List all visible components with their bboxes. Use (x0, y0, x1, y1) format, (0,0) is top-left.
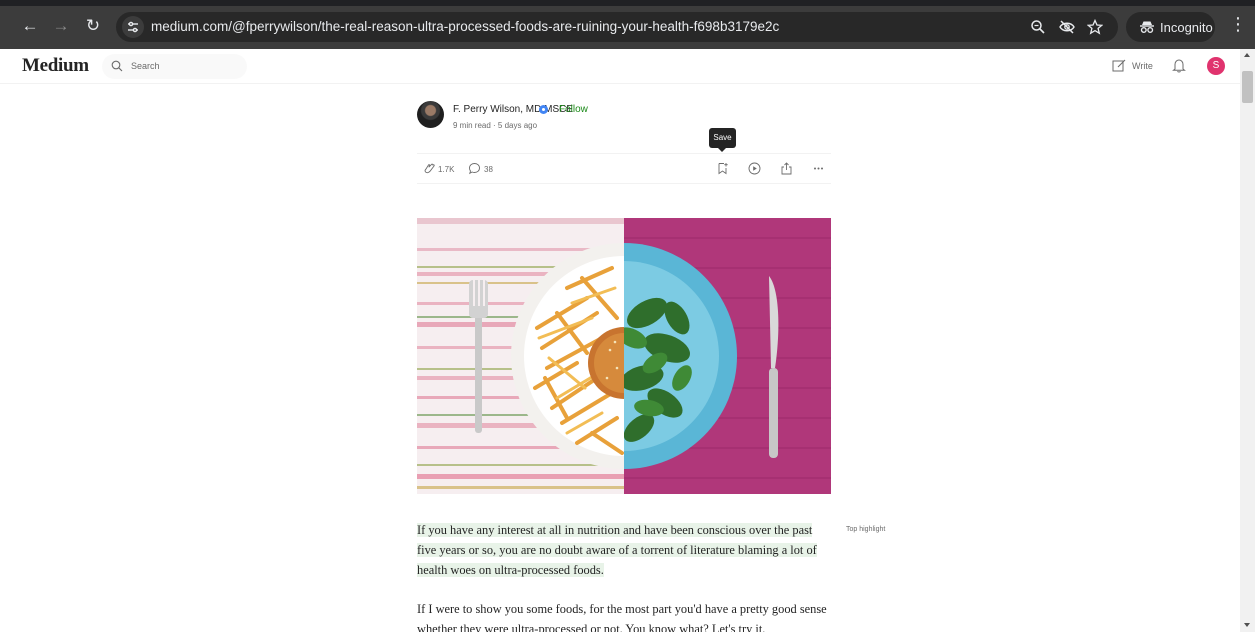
comment-bubble-icon (469, 163, 480, 175)
forward-arrow-icon[interactable]: → (49, 14, 73, 38)
incognito-icon (1140, 21, 1154, 33)
hero-image-fries-vs-spinach (417, 218, 831, 494)
search-icon (111, 60, 123, 72)
zoom-icon[interactable] (1030, 19, 1046, 35)
response-count: 38 (484, 165, 493, 174)
site-info-icon[interactable] (122, 16, 144, 38)
article-meta: 9 min read · 5 days ago (453, 121, 538, 130)
verified-badge-icon (539, 105, 548, 114)
action-bar-bottom-divider (417, 183, 831, 184)
follow-link[interactable]: Follow (559, 104, 588, 115)
author-avatar[interactable] (417, 101, 444, 128)
tracking-protection-eye-icon[interactable] (1059, 19, 1075, 35)
clap-icon (424, 163, 435, 174)
save-tooltip: Save (709, 128, 736, 152)
scroll-thumb[interactable] (1242, 71, 1253, 103)
site-header: Medium Search Write S (0, 49, 1240, 84)
notifications-bell-icon[interactable] (1172, 58, 1186, 73)
browser-toolbar: ← → ↻ medium.com/@fperrywilson/the-real-… (0, 0, 1255, 49)
separator-dot: · (552, 104, 556, 115)
user-avatar[interactable]: S (1207, 57, 1225, 75)
page-scrollbar[interactable] (1240, 49, 1255, 632)
save-bookmark-icon[interactable] (716, 162, 729, 175)
incognito-indicator[interactable]: Incognito (1126, 12, 1215, 42)
search-placeholder: Search (131, 61, 160, 71)
search-input[interactable]: Search (102, 54, 247, 79)
more-options-icon[interactable] (812, 162, 825, 175)
incognito-label: Incognito (1160, 20, 1213, 35)
highlighted-text[interactable]: If you have any interest at all in nutri… (417, 523, 817, 577)
listen-play-icon[interactable] (748, 162, 761, 175)
action-bar-top-divider (417, 153, 831, 154)
top-highlight-label: Top highlight (846, 526, 886, 533)
bookmark-star-icon[interactable] (1087, 19, 1103, 35)
url-text[interactable]: medium.com/@fperrywilson/the-real-reason… (151, 19, 779, 34)
medium-logo[interactable]: Medium (22, 55, 89, 77)
article-paragraph: If I were to show you some foods, for th… (417, 602, 827, 632)
reload-icon[interactable]: ↻ (81, 14, 105, 38)
article-paragraph-highlighted[interactable]: If you have any interest at all in nutri… (417, 520, 827, 580)
clap-count: 1.7K (438, 165, 455, 174)
tab-strip (0, 0, 1255, 6)
address-bar[interactable]: medium.com/@fperrywilson/the-real-reason… (116, 12, 1118, 42)
share-icon[interactable] (780, 162, 793, 175)
write-icon (1112, 59, 1126, 72)
write-label: Write (1132, 61, 1153, 71)
scroll-up-arrow-icon[interactable] (1244, 53, 1250, 57)
browser-menu-icon[interactable]: ⋮ (1229, 15, 1247, 33)
back-arrow-icon[interactable]: ← (18, 14, 42, 38)
scroll-down-arrow-icon[interactable] (1244, 623, 1250, 627)
